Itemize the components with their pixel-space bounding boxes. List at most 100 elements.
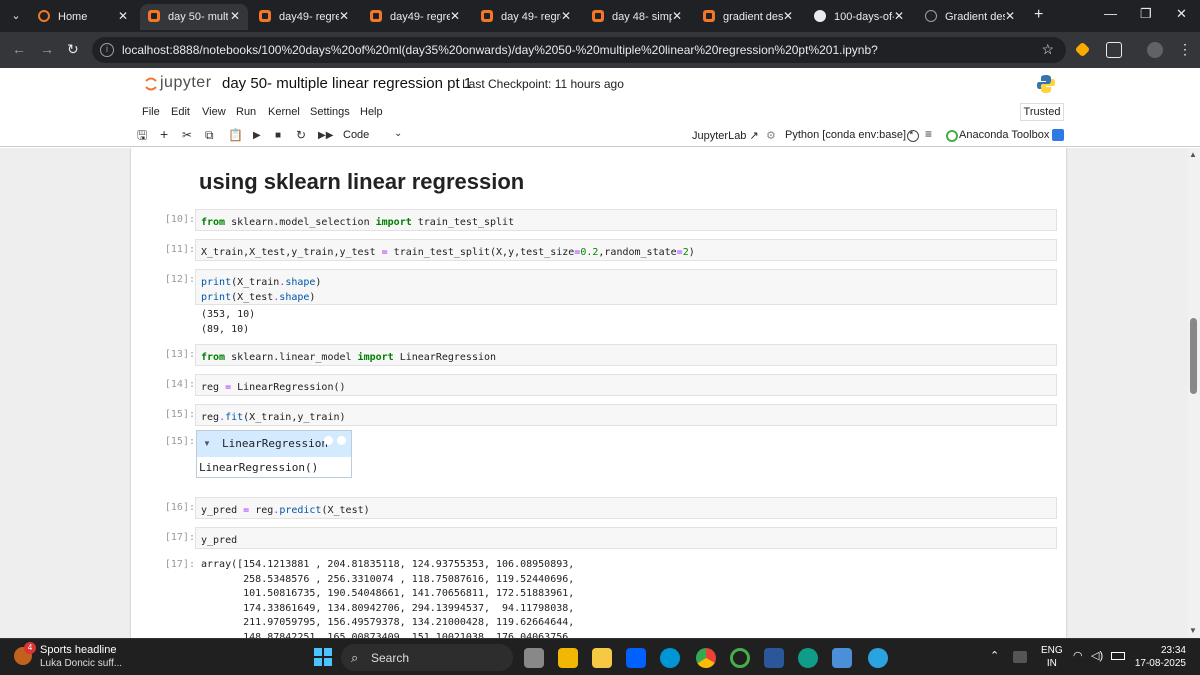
extensions-puzzle-icon[interactable] (1106, 42, 1122, 58)
paste-icon[interactable]: 📋 (228, 128, 243, 142)
close-icon[interactable]: ✕ (339, 4, 349, 28)
close-icon[interactable]: ✕ (118, 4, 128, 28)
wifi-icon[interactable]: ◠ (1073, 649, 1083, 662)
save-icon[interactable]: 🖫 (137, 128, 147, 142)
battery-icon[interactable] (1111, 652, 1125, 660)
reload-icon[interactable]: ↻ (67, 41, 79, 57)
url-text[interactable]: localhost:8888/notebooks/100%20days%20of… (122, 43, 878, 57)
vertical-scrollbar[interactable]: ▲ ▼ (1188, 148, 1200, 638)
tab-day49-a[interactable]: day49- regre ✕ (251, 4, 357, 30)
code-cell[interactable]: X_train,X_test,y_train,y_test = train_te… (195, 239, 1057, 261)
task-view-icon[interactable] (524, 648, 544, 668)
close-icon[interactable]: ✕ (561, 4, 571, 28)
tab-day48[interactable]: day 48- simp ✕ (584, 4, 690, 30)
system-clock[interactable]: 23:34 17-08-2025 (1130, 644, 1186, 670)
add-cell-icon[interactable]: + (160, 127, 168, 141)
photos-icon[interactable] (832, 648, 852, 668)
stop-icon[interactable]: ■ (275, 129, 281, 143)
forward-arrow-icon[interactable]: → (40, 41, 54, 57)
window-close-icon[interactable]: ✕ (1176, 6, 1187, 22)
scroll-up-icon[interactable]: ▲ (1189, 150, 1197, 159)
bookmark-star-icon[interactable]: ☆ (1041, 41, 1054, 58)
tray-app-icon[interactable] (1013, 651, 1027, 663)
tray-chevron-up-icon[interactable]: ⌃ (990, 649, 999, 662)
profile-avatar-icon[interactable] (1147, 42, 1163, 58)
jupyter-wordmark[interactable]: jupyter (160, 74, 212, 92)
scrollbar-thumb[interactable] (1190, 318, 1197, 394)
new-tab-button[interactable]: + (1034, 6, 1043, 24)
hp-icon[interactable] (660, 648, 680, 668)
notebook-title[interactable]: day 50- multiple linear regression pt 1 (222, 75, 472, 92)
jupyterlab-link[interactable]: JupyterLab ↗ (692, 129, 759, 142)
volume-icon[interactable]: ◁) (1091, 649, 1103, 662)
tab-gradient-descent[interactable]: gradient desc ✕ (695, 4, 801, 30)
edge-icon[interactable] (798, 648, 818, 668)
close-icon[interactable]: ✕ (1005, 4, 1015, 28)
menu-help[interactable]: Help (360, 106, 383, 118)
address-bar[interactable]: i localhost:8888/notebooks/100%20days%20… (92, 37, 1066, 63)
menu-settings[interactable]: Settings (310, 106, 350, 118)
code-cell[interactable]: y_pred (195, 527, 1057, 549)
telegram-icon[interactable] (868, 648, 888, 668)
dropbox-icon[interactable] (626, 648, 646, 668)
kernel-menu-icon[interactable]: ≡ (925, 127, 932, 141)
sidebar-toggle-icon[interactable] (1052, 129, 1064, 141)
menu-file[interactable]: File (142, 106, 160, 118)
restore-icon[interactable]: ❐ (1140, 6, 1152, 22)
close-icon[interactable]: ✕ (672, 4, 682, 28)
tab-gradient-web[interactable]: Gradient des ✕ (917, 4, 1023, 30)
close-icon[interactable]: ✕ (783, 4, 793, 28)
site-info-icon[interactable]: i (100, 43, 114, 57)
cut-icon[interactable]: ✂ (182, 128, 192, 142)
menu-edit[interactable]: Edit (171, 106, 190, 118)
anaconda-toolbox-button[interactable]: Anaconda Toolbox (959, 129, 1049, 141)
estimator-header[interactable]: ▼ LinearRegression (197, 431, 351, 457)
browser-menu-icon[interactable]: ⋮ (1178, 41, 1192, 57)
close-icon[interactable]: ✕ (230, 4, 240, 28)
windows-start-icon[interactable] (314, 648, 332, 666)
minimize-icon[interactable]: — (1104, 6, 1117, 21)
anaconda-navigator-icon[interactable] (730, 648, 750, 668)
code-cell[interactable]: y_pred = reg.predict(X_test) (195, 497, 1057, 519)
scroll-down-icon[interactable]: ▼ (1189, 626, 1197, 635)
back-arrow-icon[interactable]: ← (12, 41, 26, 57)
tab-day49-b[interactable]: day49- regre ✕ (362, 4, 468, 30)
code-cell[interactable]: print(X_train.shape) print(X_test.shape) (195, 269, 1057, 305)
anaconda-icon[interactable] (946, 130, 958, 142)
menu-kernel[interactable]: Kernel (268, 106, 300, 118)
code-cell[interactable]: from sklearn.model_selection import trai… (195, 209, 1057, 231)
kernel-name[interactable]: Python [conda env:base] * (785, 129, 913, 141)
menu-run[interactable]: Run (236, 106, 256, 118)
trusted-indicator[interactable]: Trusted (1020, 103, 1064, 121)
markdown-heading[interactable]: using sklearn linear regression (199, 169, 524, 195)
chrome-icon[interactable] (696, 648, 716, 668)
chevron-down-icon[interactable]: ⌄ (394, 128, 402, 139)
close-icon[interactable]: ✕ (894, 4, 904, 28)
taskbar-search[interactable]: ⌕ Search (341, 644, 513, 671)
restart-run-all-icon[interactable]: ▶▶ (318, 129, 333, 143)
news-subtitle[interactable]: Luka Doncic suff... (40, 658, 122, 669)
file-explorer-icon[interactable] (558, 648, 578, 668)
code-cell[interactable]: reg = LinearRegression() (195, 374, 1057, 396)
copy-icon[interactable]: ⧉ (205, 128, 214, 142)
tab-day50-active[interactable]: day 50- multi ✕ (140, 4, 248, 30)
menu-view[interactable]: View (202, 106, 226, 118)
code-cell[interactable]: reg.fit(X_train,y_train) (195, 404, 1057, 426)
store-icon[interactable] (592, 648, 612, 668)
docs-link-icon[interactable] (324, 436, 333, 445)
news-headline[interactable]: Sports headline (40, 644, 116, 656)
jupyter-logo-icon[interactable] (144, 75, 158, 93)
language-indicator[interactable]: ENG IN (1041, 644, 1063, 670)
close-icon[interactable]: ✕ (450, 4, 460, 28)
tab-github-100-days[interactable]: 100-days-of- ✕ (806, 4, 912, 30)
code-cell[interactable]: from sklearn.linear_model import LinearR… (195, 344, 1057, 366)
extension-pen-icon[interactable] (1074, 41, 1091, 58)
run-icon[interactable]: ▶ (253, 129, 261, 143)
tab-day49-c[interactable]: day 49- regre ✕ (473, 4, 579, 30)
cell-type-select[interactable]: Code (343, 129, 369, 141)
disclosure-triangle-icon[interactable]: ▼ (203, 439, 211, 448)
estimator-display[interactable]: ▼ LinearRegression LinearRegression() (196, 430, 352, 478)
tab-search-chevron-icon[interactable]: ⌄ (6, 6, 26, 26)
word-icon[interactable] (764, 648, 784, 668)
gear-icon[interactable]: ⚙ (766, 129, 776, 143)
